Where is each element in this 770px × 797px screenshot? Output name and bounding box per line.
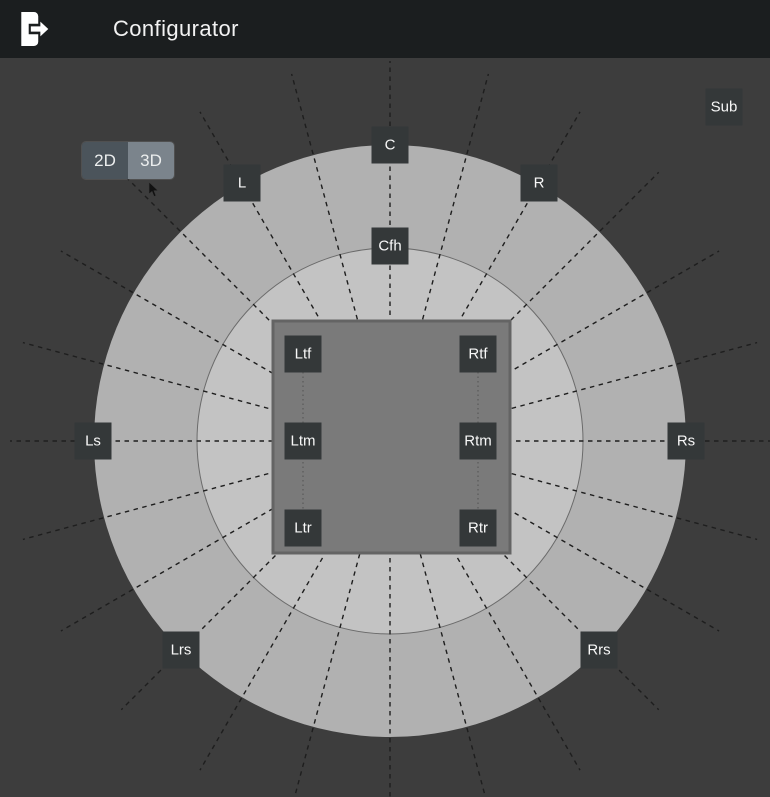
speaker-label-sub[interactable]: Sub xyxy=(705,88,743,126)
speaker-label-c[interactable]: C xyxy=(371,126,409,164)
speaker-label-rtf[interactable]: Rtf xyxy=(459,335,497,373)
exit-door-icon[interactable] xyxy=(19,11,49,47)
speaker-label-ltf[interactable]: Ltf xyxy=(284,335,322,373)
configurator-window: Configurator C L R Cfh Ls Rs Lrs Rrs Sub Ltf Rtf Lt… xyxy=(0,0,770,797)
speaker-label-ltr[interactable]: Ltr xyxy=(284,509,322,547)
view-2d-button[interactable]: 2D xyxy=(82,142,128,179)
speaker-label-lrs[interactable]: Lrs xyxy=(162,631,200,669)
speaker-label-ltm[interactable]: Ltm xyxy=(284,422,322,460)
speaker-label-cfh[interactable]: Cfh xyxy=(371,227,409,265)
speaker-label-rtm[interactable]: Rtm xyxy=(459,422,497,460)
speaker-map: C L R Cfh Ls Rs Lrs Rrs Sub Ltf Rtf Ltm Rtm Ltr Rtr 2D… xyxy=(0,58,770,797)
speaker-label-rrs[interactable]: Rrs xyxy=(580,631,618,669)
speaker-label-rtr[interactable]: Rtr xyxy=(459,509,497,547)
view-3d-button[interactable]: 3D xyxy=(128,142,174,179)
speaker-label-l[interactable]: L xyxy=(223,164,261,202)
page-title: Configurator xyxy=(113,16,239,41)
app-header: Configurator xyxy=(0,0,770,58)
exit-door-icon-glyph xyxy=(21,12,49,46)
speaker-label-r[interactable]: R xyxy=(520,164,558,202)
view-mode-toggle: 2D 3D xyxy=(82,142,174,179)
speaker-label-rs[interactable]: Rs xyxy=(667,422,705,460)
speaker-label-ls[interactable]: Ls xyxy=(74,422,112,460)
